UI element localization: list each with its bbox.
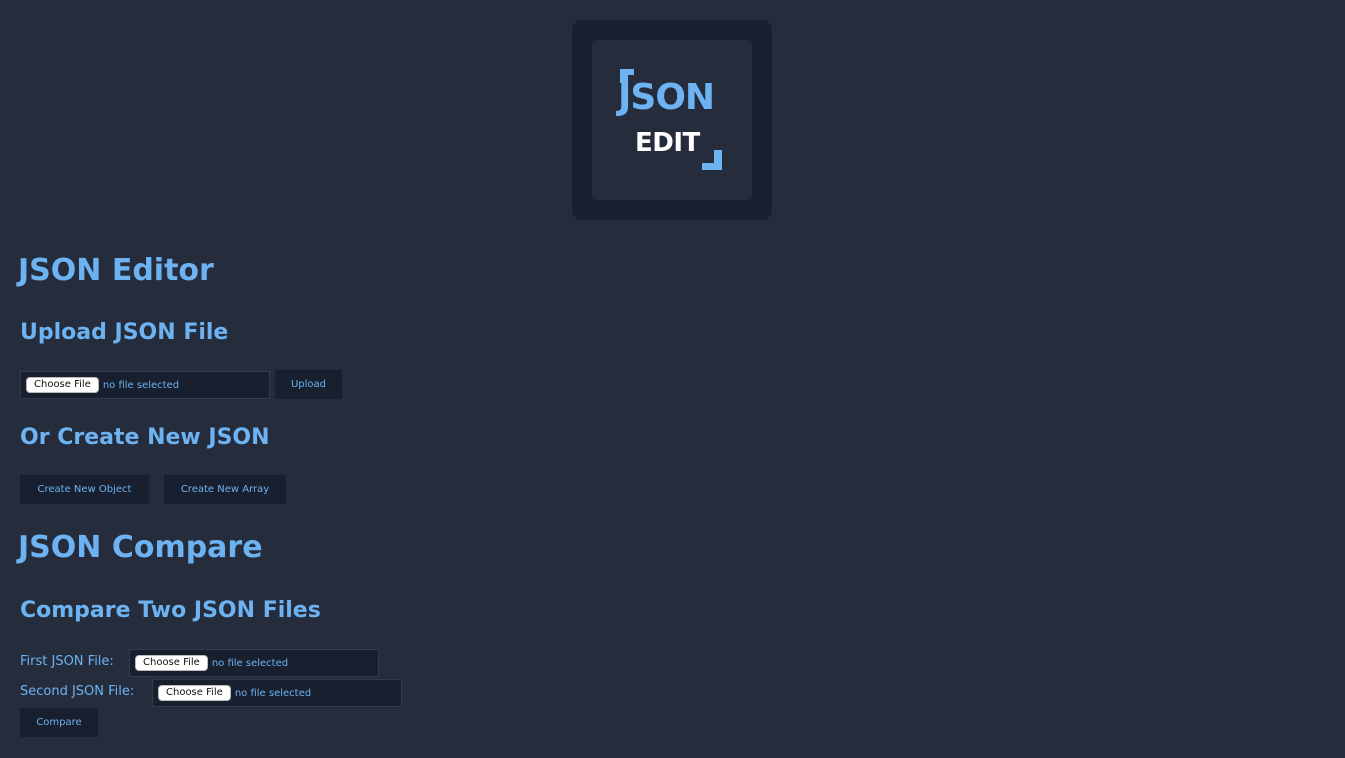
- compare-title: JSON Compare: [18, 530, 263, 565]
- create-new-object-button[interactable]: Create New Object: [20, 475, 149, 504]
- compare-subheading: Compare Two JSON Files: [20, 598, 321, 623]
- first-file-label: First JSON File:: [20, 654, 114, 669]
- upload-heading: Upload JSON File: [20, 320, 229, 345]
- upload-choose-file-button[interactable]: Choose File: [26, 377, 99, 393]
- first-no-file-text: no file selected: [211, 657, 289, 669]
- logo-bracket-bottom-right-bar: [702, 163, 722, 170]
- editor-title: JSON Editor: [18, 253, 214, 288]
- second-no-file-text: no file selected: [234, 687, 312, 699]
- logo-edit-text: EDIT: [635, 128, 700, 158]
- logo-json-text: JSON: [618, 77, 715, 118]
- second-choose-file-button[interactable]: Choose File: [158, 685, 231, 701]
- second-file-label: Second JSON File:: [20, 684, 135, 699]
- upload-file-input[interactable]: Choose File no file selected: [20, 371, 270, 399]
- logo-inner-panel: JSON EDIT: [592, 40, 752, 200]
- app-logo: JSON EDIT: [572, 20, 772, 220]
- upload-no-file-text: no file selected: [102, 379, 180, 391]
- compare-button[interactable]: Compare: [20, 708, 98, 737]
- page: JSON EDIT JSON Editor Upload JSON File C…: [0, 0, 1345, 758]
- first-file-input[interactable]: Choose File no file selected: [129, 649, 379, 677]
- first-choose-file-button[interactable]: Choose File: [135, 655, 208, 671]
- create-heading: Or Create New JSON: [20, 425, 270, 450]
- create-new-array-button[interactable]: Create New Array: [164, 475, 286, 504]
- logo-bracket-top-left-bar: [620, 69, 634, 75]
- second-file-input[interactable]: Choose File no file selected: [152, 679, 402, 707]
- upload-button[interactable]: Upload: [275, 370, 342, 399]
